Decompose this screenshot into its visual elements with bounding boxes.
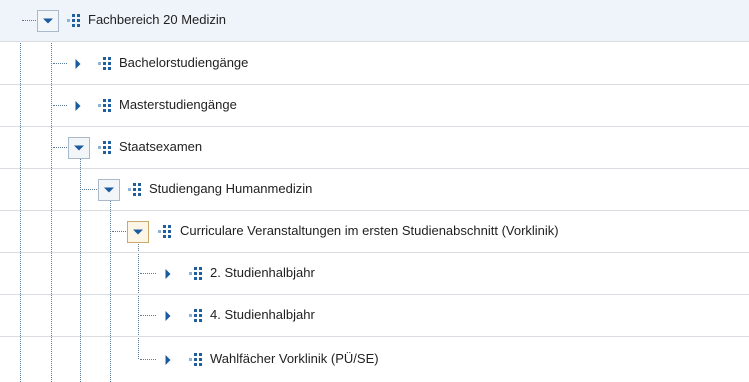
org-unit-icon [189, 353, 202, 366]
tree-connector [53, 63, 67, 64]
org-unit-icon [98, 57, 111, 70]
tree-row-fachbereich[interactable]: Fachbereich 20 Medizin [0, 0, 749, 42]
tree-row-vorklinik[interactable]: Curriculare Veranstaltungen im ersten St… [0, 211, 749, 253]
chevron-down-icon[interactable] [98, 179, 120, 201]
org-unit-icon [158, 225, 171, 238]
tree-node-label[interactable]: Fachbereich 20 Medizin [88, 12, 226, 28]
org-unit-icon [189, 267, 202, 280]
org-unit-icon [98, 99, 111, 112]
tree-row-wahlfaecher[interactable]: Wahlfächer Vorklinik (PÜ/SE) [0, 337, 749, 379]
chevron-right-icon[interactable] [157, 263, 179, 285]
tree-connector [53, 105, 67, 106]
org-unit-icon [189, 309, 202, 322]
chevron-right-icon[interactable] [67, 95, 89, 117]
tree-row-humanmedizin[interactable]: Studiengang Humanmedizin [0, 169, 749, 211]
tree-connector [53, 147, 67, 148]
tree-node-label[interactable]: 4. Studienhalbjahr [210, 307, 315, 323]
tree-row-bachelor[interactable]: Bachelorstudiengänge [0, 43, 749, 85]
chevron-right-icon[interactable] [157, 305, 179, 327]
tree-node-label[interactable]: 2. Studienhalbjahr [210, 265, 315, 281]
org-unit-icon [128, 183, 141, 196]
tree-connector [140, 315, 156, 316]
tree-row-studienhalbjahr-2[interactable]: 2. Studienhalbjahr [0, 253, 749, 295]
tree-connector [140, 273, 156, 274]
chevron-right-icon[interactable] [67, 53, 89, 75]
tree-view: Fachbereich 20 Medizin Bachelorstudiengä… [0, 0, 749, 382]
tree-connector [22, 20, 36, 21]
tree-row-studienhalbjahr-4[interactable]: 4. Studienhalbjahr [0, 295, 749, 337]
tree-node-label[interactable]: Staatsexamen [119, 139, 202, 155]
org-unit-icon [67, 14, 80, 27]
org-unit-icon [98, 141, 111, 154]
chevron-down-icon[interactable] [68, 137, 90, 159]
tree-row-master[interactable]: Masterstudiengänge [0, 85, 749, 127]
tree-row-staatsexamen[interactable]: Staatsexamen [0, 127, 749, 169]
chevron-right-icon[interactable] [157, 349, 179, 371]
tree-node-label[interactable]: Curriculare Veranstaltungen im ersten St… [180, 223, 559, 239]
tree-connector [140, 359, 156, 360]
tree-node-label[interactable]: Wahlfächer Vorklinik (PÜ/SE) [210, 351, 379, 367]
tree-node-label[interactable]: Masterstudiengänge [119, 97, 237, 113]
chevron-down-icon[interactable] [127, 221, 149, 243]
tree-node-label[interactable]: Bachelorstudiengänge [119, 55, 248, 71]
tree-connector [112, 231, 126, 232]
tree-connector [82, 189, 97, 190]
chevron-down-icon[interactable] [37, 10, 59, 32]
tree-node-label[interactable]: Studiengang Humanmedizin [149, 181, 312, 197]
